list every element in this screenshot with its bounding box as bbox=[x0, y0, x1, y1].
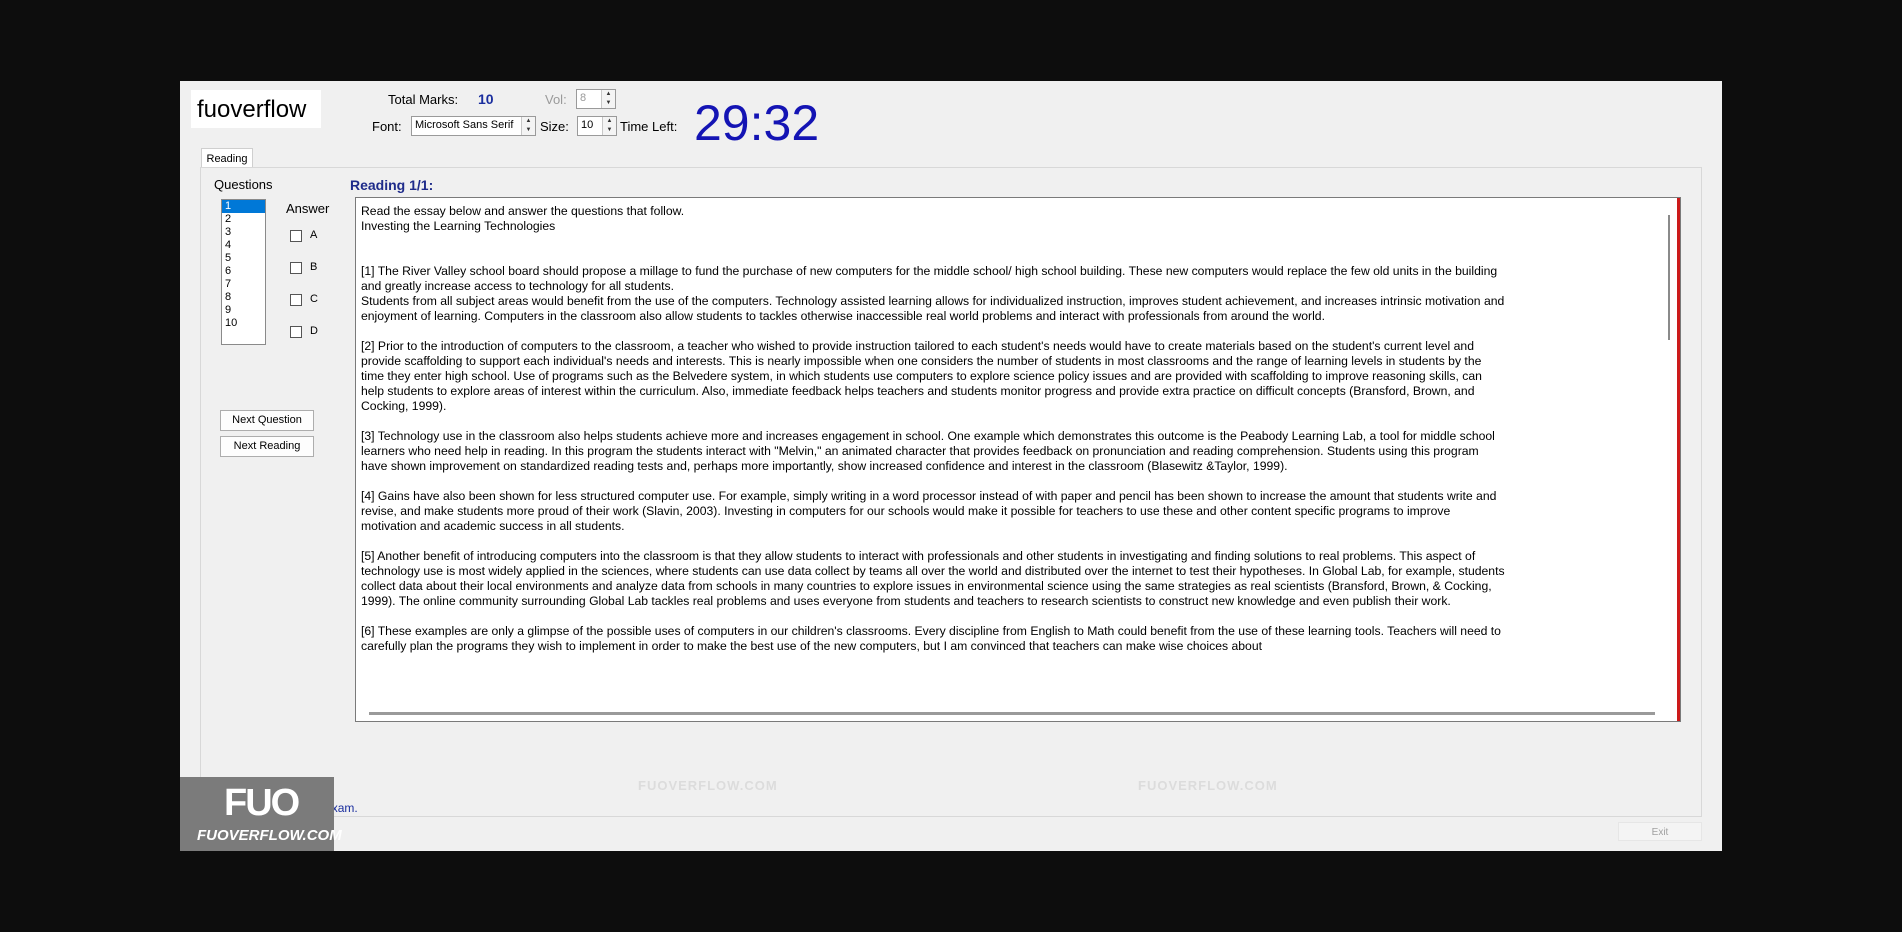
next-reading-button[interactable]: Next Reading bbox=[220, 436, 314, 457]
watermark-badge: FUO FUOVERFLOW.COM bbox=[180, 777, 342, 851]
answer-checkbox-b[interactable] bbox=[290, 262, 302, 274]
answer-option-b-label: B bbox=[310, 261, 318, 273]
font-value: Microsoft Sans Serif bbox=[415, 119, 514, 131]
watermark-text: FUOVERFLOW.COM bbox=[1138, 778, 1278, 793]
total-marks-value: 10 bbox=[478, 91, 494, 107]
question-item[interactable]: 9 bbox=[222, 304, 265, 317]
font-spin-arrows-icon[interactable]: ▲ ▼ bbox=[521, 117, 535, 135]
badge-logo-text: FUO bbox=[224, 782, 300, 824]
horizontal-scrollbar[interactable] bbox=[369, 712, 1655, 715]
essay-paragraph: [6] These examples are only a glimpse of… bbox=[361, 624, 1501, 653]
size-value: 10 bbox=[581, 119, 594, 131]
size-stepper[interactable]: 10 ▲ ▼ bbox=[577, 116, 617, 136]
size-label: Size: bbox=[540, 119, 569, 134]
questions-label: Questions bbox=[214, 177, 273, 192]
question-list[interactable]: 1 2 3 4 5 6 7 8 9 10 bbox=[221, 199, 266, 345]
countdown-timer: 29:32 bbox=[694, 95, 820, 151]
reading-text: Read the essay below and answer the ques… bbox=[361, 204, 1506, 669]
vertical-scrollbar[interactable] bbox=[1668, 215, 1670, 340]
essay-paragraph: [4] Gains have also been shown for less … bbox=[361, 489, 1497, 533]
font-label: Font: bbox=[372, 119, 402, 134]
essay-title: Investing the Learning Technologies bbox=[361, 219, 556, 233]
tab-reading[interactable]: Reading bbox=[201, 148, 253, 169]
vol-value: 8 bbox=[580, 92, 587, 104]
scroll-edge-indicator bbox=[1677, 198, 1680, 721]
essay-paragraph: [2] Prior to the introduction of compute… bbox=[361, 339, 1482, 413]
time-left-label: Time Left: bbox=[620, 119, 678, 134]
answer-label: Answer bbox=[286, 201, 330, 216]
question-item[interactable]: 7 bbox=[222, 278, 265, 291]
badge-site-text: FUOVERFLOW.COM bbox=[197, 827, 342, 844]
answer-option-d-label: D bbox=[310, 325, 318, 337]
question-item[interactable]: 5 bbox=[222, 252, 265, 265]
watermark-text: FUOVERFLOW.COM bbox=[638, 778, 778, 793]
essay-paragraph: [3] Technology use in the classroom also… bbox=[361, 429, 1495, 473]
answer-checkbox-d[interactable] bbox=[290, 326, 302, 338]
size-spin-arrows-icon[interactable]: ▲ ▼ bbox=[602, 117, 616, 135]
answer-checkbox-c[interactable] bbox=[290, 294, 302, 306]
font-select[interactable]: Microsoft Sans Serif ▲ ▼ bbox=[411, 116, 536, 136]
question-item[interactable]: 2 bbox=[222, 213, 265, 226]
logo: fuoverflow bbox=[191, 90, 321, 128]
answer-option-c-label: C bbox=[310, 293, 318, 305]
logo-text: fuoverflow bbox=[197, 96, 307, 123]
exam-window: fuoverflow Total Marks: 10 Vol: 8 ▲ ▼ Fon… bbox=[180, 81, 1722, 851]
essay-paragraph: [5] Another benefit of introducing compu… bbox=[361, 549, 1505, 608]
exit-button[interactable]: Exit bbox=[1618, 822, 1702, 841]
question-item[interactable]: 1 bbox=[222, 200, 265, 213]
next-question-button[interactable]: Next Question bbox=[220, 410, 314, 431]
question-item[interactable]: 4 bbox=[222, 239, 265, 252]
question-item[interactable]: 10 bbox=[222, 317, 265, 330]
vol-spin-arrows-icon[interactable]: ▲ ▼ bbox=[601, 90, 615, 108]
question-item[interactable]: 6 bbox=[222, 265, 265, 278]
reading-instruction: Read the essay below and answer the ques… bbox=[361, 204, 685, 218]
question-item[interactable]: 8 bbox=[222, 291, 265, 304]
reading-title: Reading 1/1: bbox=[350, 177, 434, 193]
answer-checkbox-a[interactable] bbox=[290, 230, 302, 242]
answer-option-a-label: A bbox=[310, 229, 318, 241]
question-item[interactable]: 3 bbox=[222, 226, 265, 239]
vol-label: Vol: bbox=[545, 92, 567, 107]
vol-stepper[interactable]: 8 ▲ ▼ bbox=[576, 89, 616, 109]
reading-text-box[interactable]: Read the essay below and answer the ques… bbox=[355, 197, 1681, 722]
total-marks-label: Total Marks: bbox=[388, 92, 459, 107]
essay-paragraph: [1] The River Valley school board should… bbox=[361, 264, 1505, 323]
